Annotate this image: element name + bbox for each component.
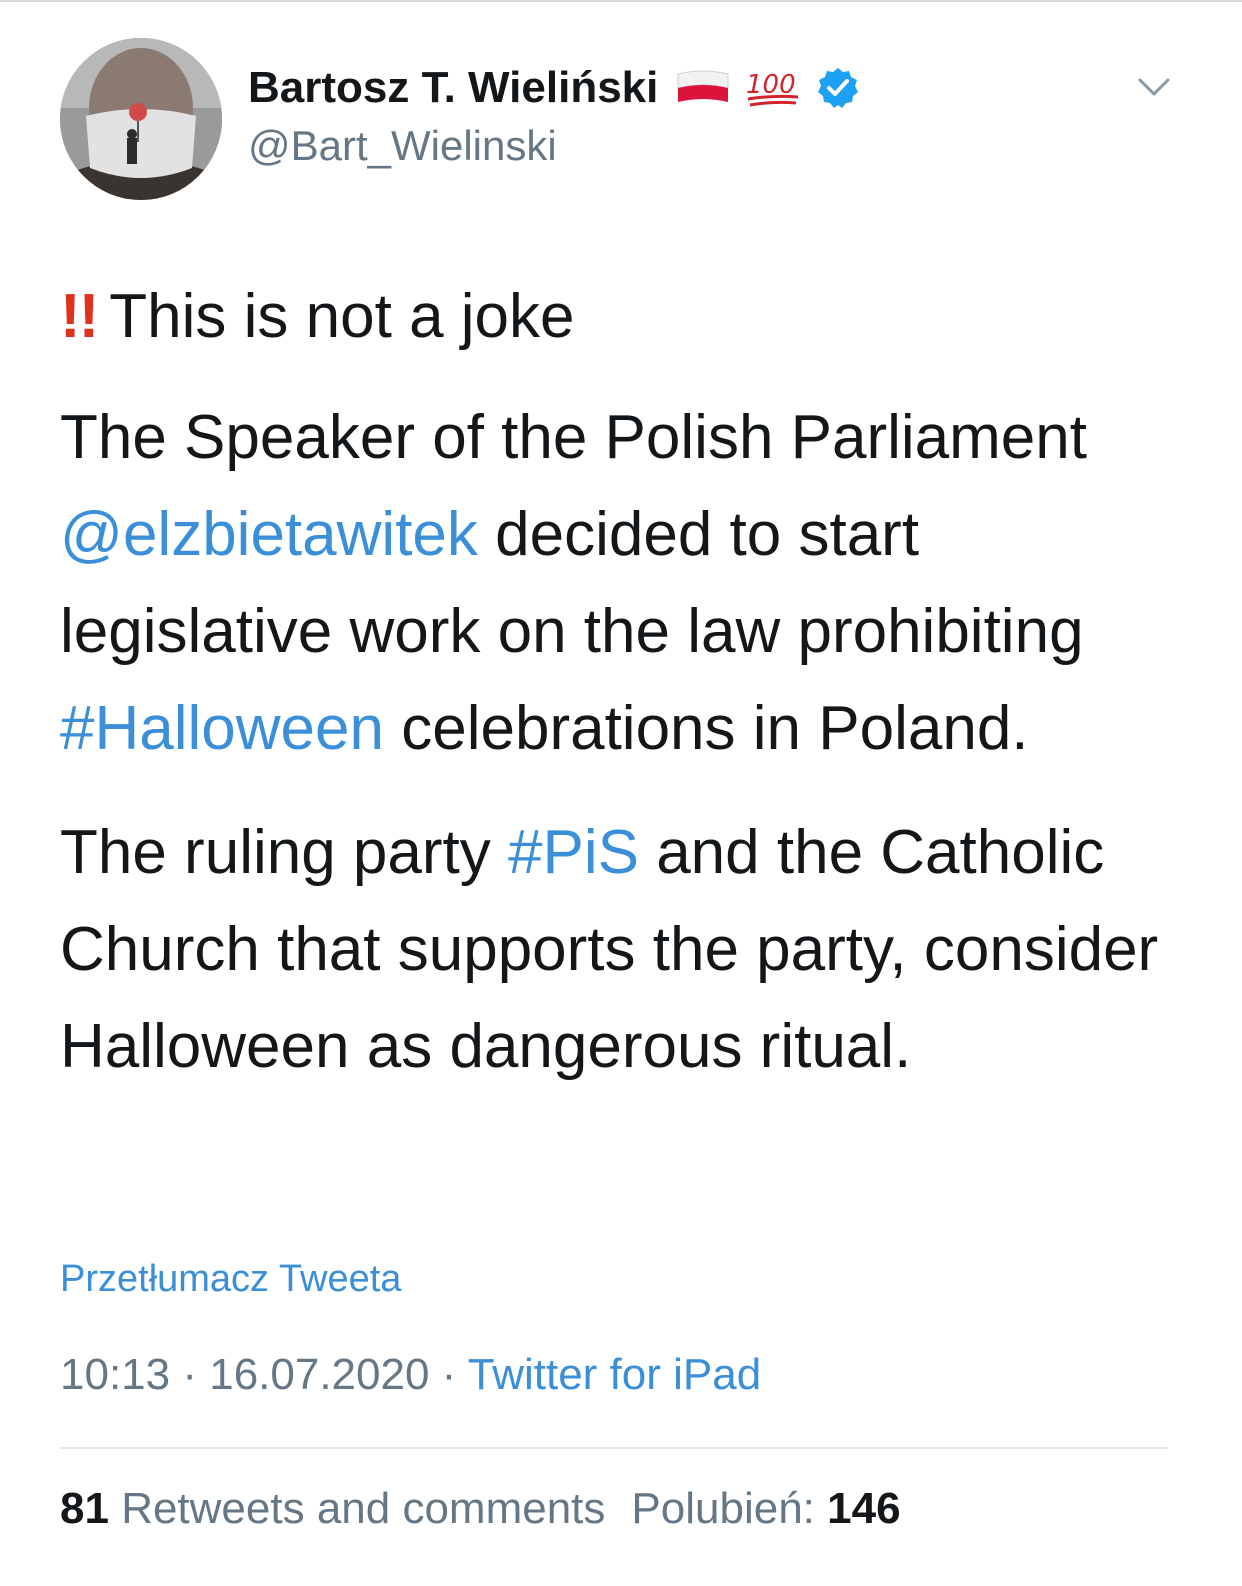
retweets-stat[interactable]: 81 Retweets and comments [60, 1484, 605, 1533]
stats-divider [60, 1447, 1168, 1449]
tweet-meta: 10:13 · 16.07.2020 · Twitter for iPad [60, 1350, 761, 1400]
hashtag-link-pis[interactable]: #PiS [508, 818, 639, 887]
hashtag-link-halloween[interactable]: #Halloween [60, 694, 384, 763]
user-handle[interactable]: @Bart_Wielinski [248, 122, 1148, 170]
likes-stat[interactable]: Polubień: 146 [631, 1484, 900, 1533]
tweet-text-segment: The Speaker of the Polish Parliament [60, 403, 1087, 472]
tweet-text: !! This is not a joke The Speaker of the … [60, 268, 1190, 1122]
display-name[interactable]: Bartosz T. Wieliński [248, 63, 658, 113]
likes-count: 146 [827, 1484, 901, 1533]
tweet-paragraph-3: The ruling party #PiS and the Catholic C… [60, 804, 1190, 1095]
tweet-text-segment: The ruling party [60, 818, 508, 887]
translate-tweet-link[interactable]: Przetłumacz Tweeta [60, 1258, 401, 1301]
tweet-source-link[interactable]: Twitter for iPad [468, 1350, 761, 1399]
meta-separator: · [170, 1350, 210, 1399]
meta-separator: · [429, 1350, 468, 1399]
avatar-image [60, 38, 222, 200]
tweet-line-1-text: This is not a joke [109, 282, 575, 351]
poland-flag-icon [677, 70, 729, 102]
verified-icon [818, 68, 859, 108]
retweets-count: 81 [60, 1484, 109, 1533]
name-row: Bartosz T. Wieliński 100 [248, 58, 1148, 118]
tweet-line-1: !! This is not a joke [60, 268, 1190, 365]
avatar[interactable] [60, 38, 222, 200]
tweet-stats: 81 Retweets and comments Polubień: 146 [60, 1484, 901, 1534]
chevron-down-icon[interactable] [1136, 72, 1172, 102]
double-exclamation-icon: !! [60, 282, 99, 351]
top-divider [0, 0, 1242, 2]
tweet-paragraph-2: The Speaker of the Polish Parliament @el… [60, 389, 1190, 777]
tweet-time: 10:13 [60, 1350, 171, 1399]
hundred-points-icon: 100 [746, 70, 799, 107]
tweet-header: Bartosz T. Wieliński 100 @Bart_Wielinski [248, 58, 1148, 170]
tweet-date: 16.07.2020 [209, 1350, 430, 1399]
retweets-label: Retweets and comments [121, 1484, 606, 1533]
likes-label: Polubień: [631, 1484, 815, 1533]
mention-link[interactable]: @elzbietawitek [60, 500, 478, 569]
tweet-text-segment: celebrations in Poland. [384, 694, 1029, 763]
